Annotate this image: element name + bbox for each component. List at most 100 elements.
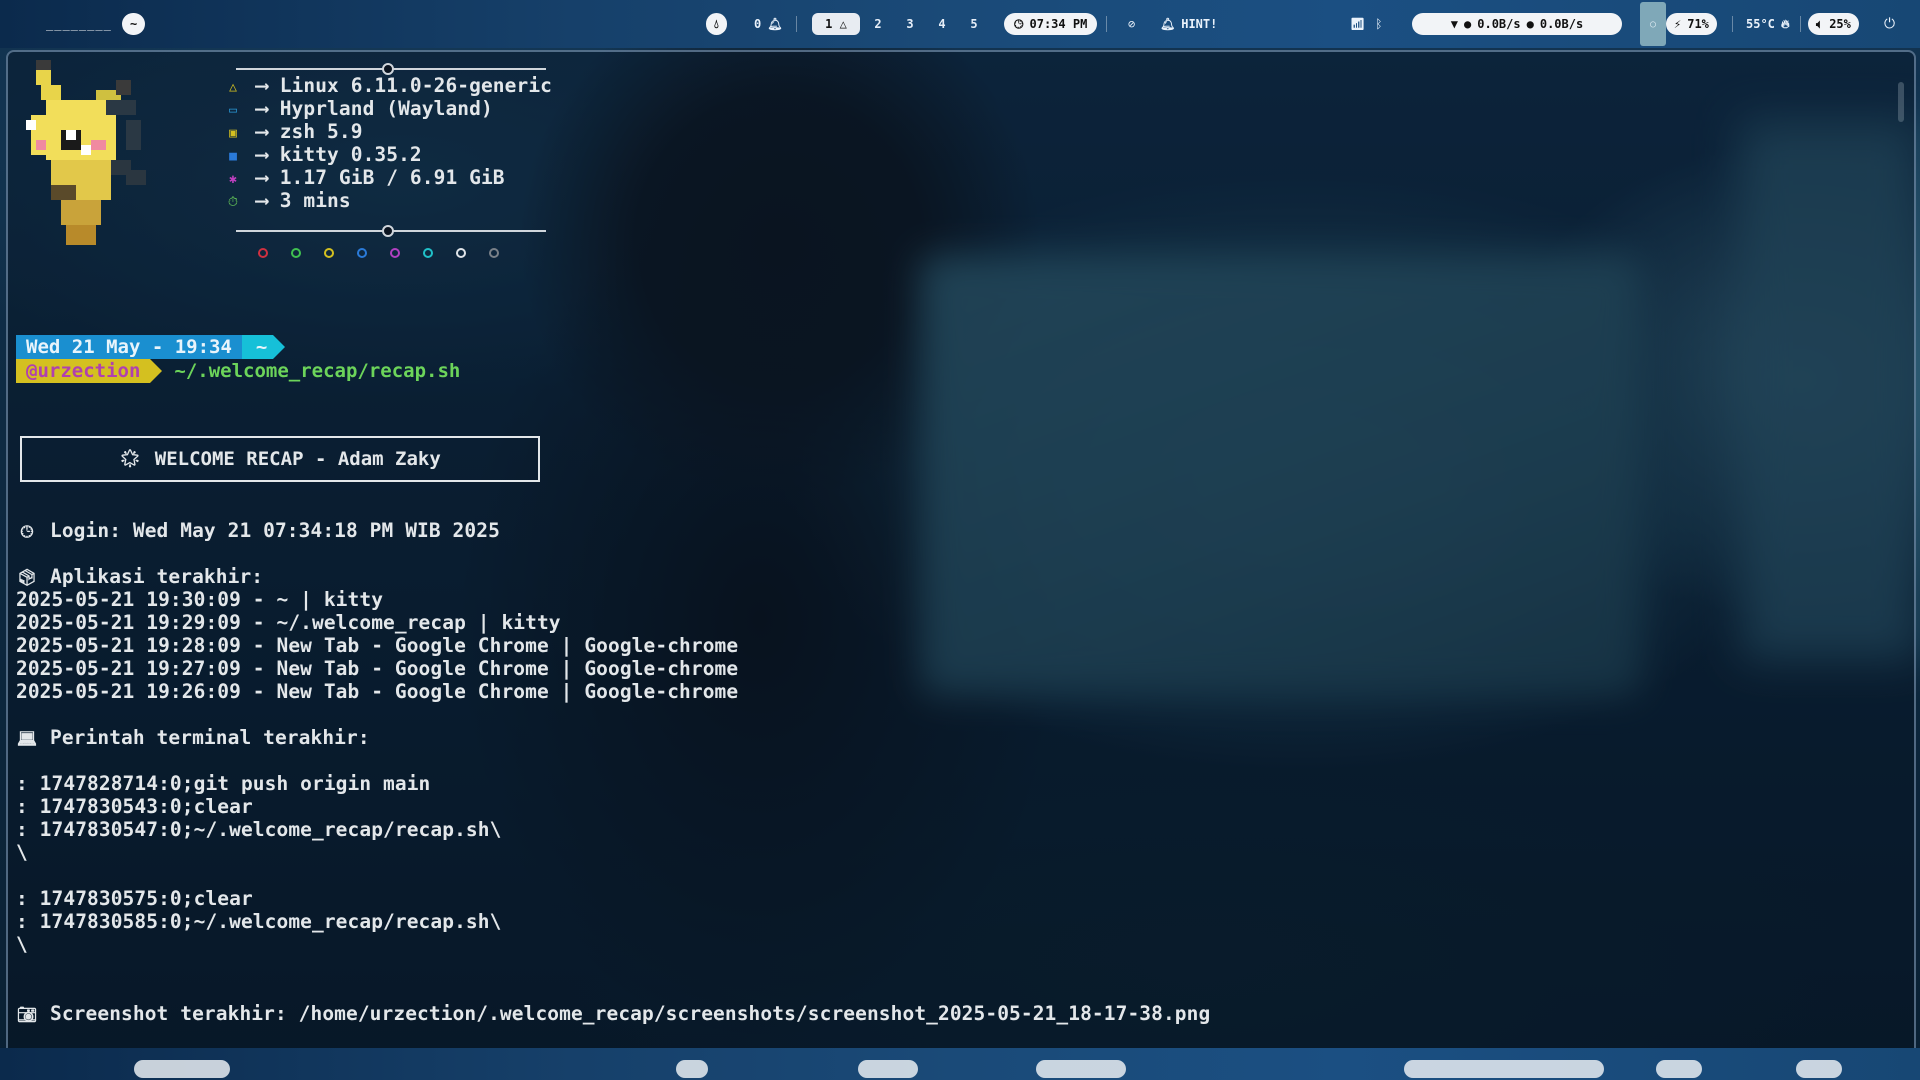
recap-cmd-item: : 1747828714:0;git push origin main	[16, 772, 431, 795]
package-icon: 📦︎	[16, 568, 38, 587]
camera-icon: 📷︎	[16, 1005, 38, 1024]
fetch-memory: ⟶ 1.17 GiB / 6.91 GiB	[256, 166, 505, 189]
recap-screenshot: 📷︎ Screenshot terakhir: /home/urzection/.…	[16, 1002, 1211, 1025]
prompt-arrow	[273, 335, 286, 359]
prompt-command: ~/.welcome_recap/recap.sh	[174, 360, 461, 382]
hint-button[interactable]: 🔔︎ HINT!	[1160, 12, 1217, 36]
fetch-terminal: ⟶ kitty 0.35.2	[256, 143, 422, 166]
hint-label: HINT!	[1181, 17, 1218, 31]
menu-button[interactable]: ~	[122, 13, 146, 35]
fetch-divider-top	[236, 63, 546, 75]
prompt-datetime: Wed 21 May - 19:34	[16, 335, 242, 359]
recap-login: 🕒︎ Login: Wed May 21 07:34:18 PM WIB 2025	[16, 519, 500, 542]
scrollbar[interactable]	[1898, 82, 1904, 122]
droplet-icon: 💧︎	[714, 16, 719, 31]
color-dot-red	[258, 248, 268, 258]
bell-icon: 🔔︎	[767, 17, 783, 31]
workspace-1-label: 1	[825, 17, 833, 31]
topbar-separator	[1106, 12, 1107, 36]
wifi-icon[interactable]: 📶︎	[1350, 17, 1365, 31]
download-icon: ●	[1464, 17, 1472, 31]
workspace-5[interactable]: 5	[960, 17, 988, 31]
temperature-label: 55°C	[1746, 17, 1775, 31]
prompt-line-1: Wed 21 May - 19:34 ~	[16, 335, 286, 359]
recap-app-item: 2025-05-21 19:26:09 - New Tab - Google C…	[16, 680, 739, 703]
speaker-icon: 🔈︎	[1816, 16, 1824, 31]
star-icon: 🌟︎	[119, 449, 141, 469]
prompt-user: @urzection	[16, 359, 151, 383]
pikachu-logo	[26, 60, 146, 245]
recap-app-item: 2025-05-21 19:27:09 - New Tab - Google C…	[16, 657, 739, 680]
bottom-pill	[676, 1060, 708, 1078]
menu-button-label: ~	[130, 17, 138, 31]
notifications[interactable]: 0 🔔︎	[754, 12, 782, 36]
recap-cmd-item: \	[16, 933, 28, 956]
prompt-cwd: ~	[241, 335, 274, 359]
bottom-pill	[858, 1060, 918, 1078]
recap-cmd-item: : 1747830543:0;clear	[16, 795, 253, 818]
kitty-icon: ■	[229, 149, 237, 164]
bottom-pill	[134, 1060, 230, 1078]
workspace-switcher: 1 △ 2 3 4 5	[812, 12, 988, 36]
fetch-divider-bottom	[236, 225, 546, 237]
linux-icon: △	[229, 80, 237, 95]
eye-off-icon[interactable]: ⊘	[1128, 12, 1135, 36]
memory-icon: ✱	[229, 172, 237, 187]
volume[interactable]: 🔈︎ 25%	[1808, 13, 1859, 35]
recap-title-box: 🌟︎ WELCOME RECAP - Adam Zaky	[20, 436, 540, 482]
volume-label: 25%	[1829, 17, 1851, 31]
workspace-title: ________	[46, 17, 112, 31]
clock[interactable]: 🕒︎ 07:34 PM	[1004, 13, 1098, 35]
network-speed[interactable]: ▼ ● 0.0B/s ● 0.0B/s	[1412, 13, 1622, 35]
droplet-button[interactable]: 💧︎	[706, 13, 727, 35]
color-dot-gray	[489, 248, 499, 258]
bottom-pill	[1656, 1060, 1702, 1078]
color-dot-cyan	[423, 248, 433, 258]
bottom-pill	[1796, 1060, 1842, 1078]
color-dot-green	[291, 248, 301, 258]
notification-count: 0	[754, 17, 762, 31]
prompt-line-2: @urzection ~/.welcome_recap/recap.sh	[16, 359, 460, 383]
recap-app-item: 2025-05-21 19:28:09 - New Tab - Google C…	[16, 634, 739, 657]
topbar-separator	[796, 12, 797, 36]
color-dot-white	[456, 248, 466, 258]
bluetooth-icon[interactable]: ᛒ	[1375, 17, 1382, 31]
prompt-arrow	[150, 359, 163, 383]
circle-icon: ○	[1649, 18, 1657, 30]
recap-cmd-item: : 1747830547:0;~/.welcome_recap/recap.sh…	[16, 818, 502, 841]
recap-cmd-item: : 1747830575:0;clear	[16, 887, 253, 910]
recap-apps-header: 📦︎ Aplikasi terakhir:	[16, 565, 264, 588]
tray: 📶︎ ᛒ	[1350, 12, 1382, 36]
flame-icon: 🔥︎	[1780, 16, 1790, 31]
recap-app-item: 2025-05-21 19:30:09 - ~ | kitty	[16, 588, 384, 611]
clock-label: 07:34 PM	[1029, 17, 1088, 31]
terminal-window[interactable]: △ ⟶ Linux 6.11.0-26-generic ▭ ⟶ Hyprland…	[6, 50, 1916, 1076]
workspace-1[interactable]: 1 △	[812, 13, 860, 35]
bottom-pill	[1036, 1060, 1126, 1078]
recap-cmd-item: : 1747830585:0;~/.welcome_recap/recap.sh…	[16, 910, 502, 933]
lightning-icon: ⚡︎	[1674, 17, 1682, 31]
workspace-3[interactable]: 3	[896, 17, 924, 31]
window-icon: ▭	[229, 103, 237, 118]
power-icon[interactable]: ⏻	[1884, 12, 1895, 36]
clock-icon: 🕒︎	[1014, 16, 1024, 31]
timer-icon: ⏱	[227, 195, 239, 210]
indicator-block: ○	[1640, 2, 1666, 46]
net-down-label: 0.0B/s	[1477, 17, 1521, 31]
bottom-pill	[1404, 1060, 1604, 1078]
temperature[interactable]: 55°C 🔥︎	[1746, 12, 1790, 36]
clock-icon: 🕒︎	[20, 522, 34, 541]
fetch-wm: ⟶ Hyprland (Wayland)	[256, 97, 493, 120]
recap-cmds-header: 💻︎ Perintah terminal terakhir:	[16, 726, 370, 749]
net-up-label: 0.0B/s	[1539, 17, 1584, 31]
recap-title: WELCOME RECAP - Adam Zaky	[154, 448, 441, 470]
laptop-icon: 💻︎	[16, 729, 38, 748]
terminal-icon: ▣	[229, 126, 237, 141]
bottom-bar-reflection	[0, 1048, 1920, 1080]
battery[interactable]: ⚡︎ 71%	[1666, 13, 1717, 35]
battery-label: 71%	[1687, 17, 1709, 31]
linux-icon: △	[839, 17, 847, 31]
upload-icon: ●	[1526, 17, 1534, 31]
workspace-2[interactable]: 2	[864, 17, 892, 31]
workspace-4[interactable]: 4	[928, 17, 956, 31]
